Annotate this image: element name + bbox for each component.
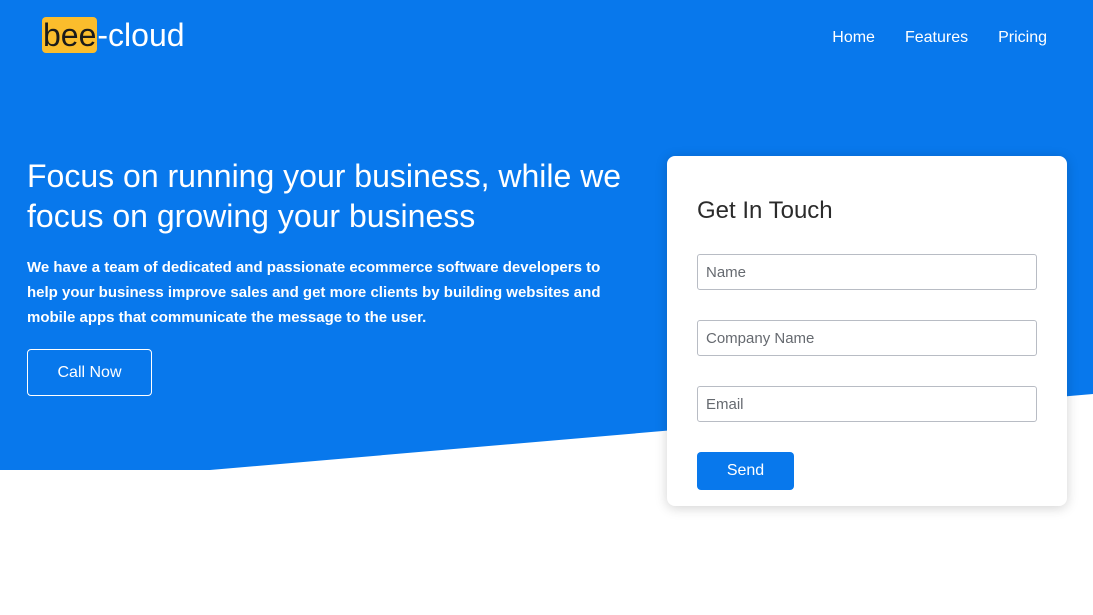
send-button[interactable]: Send — [697, 452, 794, 490]
call-now-button[interactable]: Call Now — [27, 349, 152, 396]
hero-subtext: We have a team of dedicated and passiona… — [27, 259, 601, 326]
nav-pricing[interactable]: Pricing — [998, 27, 1047, 49]
main-nav: Home Features Pricing — [832, 27, 1047, 49]
logo[interactable]: bee-cloud — [42, 14, 185, 56]
hero-headline: Focus on running your business, while we… — [27, 158, 622, 234]
logo-highlight: bee — [42, 17, 98, 53]
landing-page: bee-cloud Home Features Pricing Focus on… — [0, 0, 1093, 615]
nav-home[interactable]: Home — [832, 27, 875, 49]
logo-text: -cloud — [97, 17, 185, 53]
contact-card: Get In Touch Send — [667, 156, 1067, 506]
contact-title: Get In Touch — [697, 197, 833, 224]
company-name-field[interactable] — [697, 320, 1037, 356]
name-field[interactable] — [697, 254, 1037, 290]
email-field[interactable] — [697, 386, 1037, 422]
nav-features[interactable]: Features — [905, 27, 968, 49]
